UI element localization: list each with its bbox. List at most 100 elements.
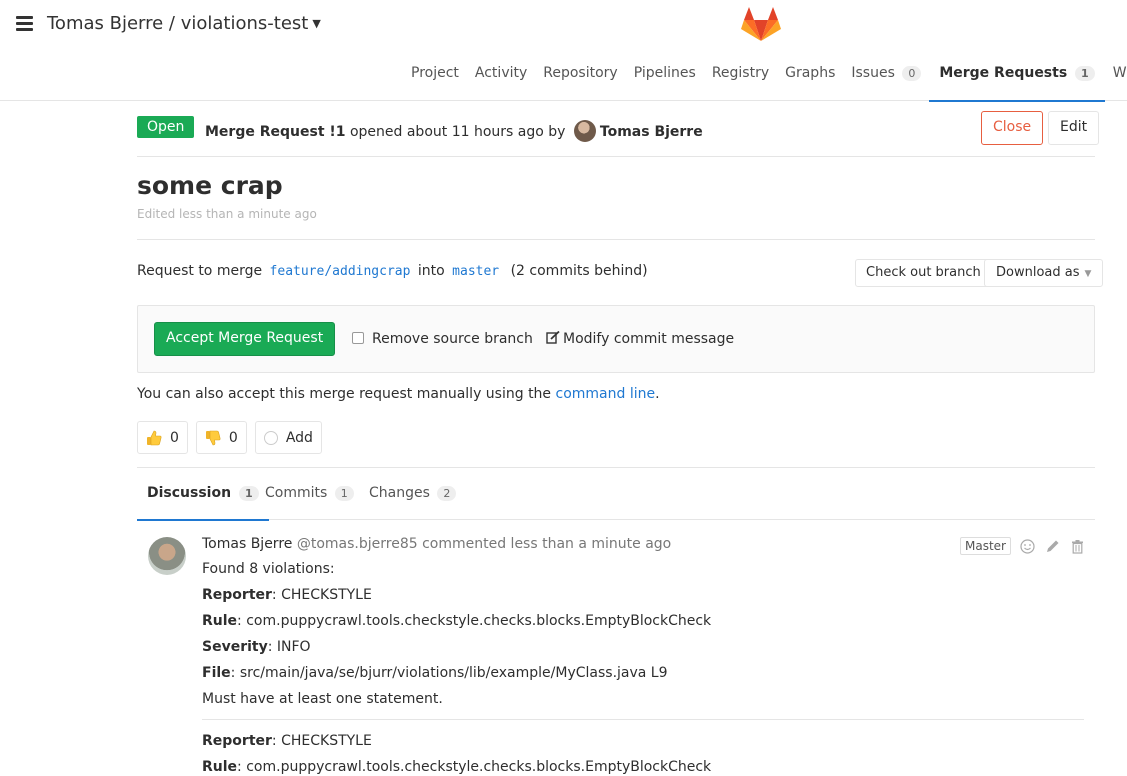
- note-timestamp: commented less than a minute ago: [422, 536, 672, 552]
- target-branch-link[interactable]: master: [449, 264, 502, 279]
- violation-key: Reporter: [202, 733, 272, 749]
- title-block: some crap Edited less than a minute ago: [137, 157, 1095, 240]
- violation-line: Reporter: CHECKSTYLE: [202, 582, 1084, 608]
- nav-label: Pipelines: [633, 65, 696, 81]
- avatar[interactable]: [148, 537, 186, 575]
- modify-label: Modify commit message: [563, 331, 735, 347]
- page-title: some crap: [137, 171, 283, 200]
- merge-widget: Accept Merge Request Remove source branc…: [137, 305, 1095, 373]
- manual-prefix: You can also accept this merge request m…: [137, 386, 552, 402]
- violation-key: Reporter: [202, 587, 272, 603]
- close-button[interactable]: Close: [981, 111, 1044, 145]
- tab-label: Changes: [369, 485, 430, 501]
- manual-suffix: .: [655, 386, 660, 402]
- nav-pipelines[interactable]: Pipelines: [626, 55, 704, 101]
- nav-label: Repository: [543, 65, 618, 81]
- pencil-icon[interactable]: [1045, 539, 1060, 554]
- nav-label: Wiki: [1112, 65, 1127, 81]
- source-branch-link[interactable]: feature/addingcrap: [267, 264, 414, 279]
- smiley-icon[interactable]: [1020, 539, 1035, 554]
- award-emoji-bar: 0 0 Add: [137, 421, 322, 454]
- tab-label: Discussion: [147, 485, 232, 501]
- chevron-down-icon: ▼: [312, 17, 321, 30]
- command-line-link[interactable]: command line: [556, 386, 656, 402]
- merge-line: Request to merge feature/addingcrap into…: [137, 240, 1104, 305]
- mr-info: Merge Request !1 opened about 11 hours a…: [205, 120, 703, 142]
- author-link[interactable]: Tomas Bjerre: [600, 124, 703, 140]
- violation-key: Rule: [202, 759, 238, 775]
- download-as-button[interactable]: Download as ▼: [984, 259, 1104, 287]
- nav-wiki[interactable]: Wiki: [1105, 55, 1127, 101]
- remove-source-label: Remove source branch: [372, 331, 533, 347]
- nav-project[interactable]: Project: [403, 55, 467, 101]
- check-out-branch-button[interactable]: Check out branch: [855, 259, 992, 287]
- violation-line: Rule: com.puppycrawl.tools.checkstyle.ch…: [202, 754, 1084, 776]
- violation-value: : com.puppycrawl.tools.checkstyle.checks…: [237, 759, 712, 775]
- thumbsup-count: 0: [170, 429, 179, 446]
- tab-changes[interactable]: Changes 2: [359, 468, 466, 520]
- tab-label: Commits: [265, 485, 328, 501]
- count-badge: 1: [334, 486, 354, 501]
- add-award-label: Add: [285, 429, 313, 446]
- nav-label: Issues: [851, 65, 895, 81]
- avatar[interactable]: [573, 120, 596, 142]
- count-badge: 2: [437, 486, 457, 501]
- thumbsup-award-button[interactable]: 0: [137, 421, 188, 454]
- nav-label: Activity: [474, 65, 528, 81]
- project-title[interactable]: Tomas Bjerre / violations-test ▼: [47, 13, 321, 34]
- violation-line: Severity: INFO: [202, 634, 1084, 660]
- checkbox-icon[interactable]: [352, 332, 364, 344]
- nav-merge-requests[interactable]: Merge Requests 1: [929, 55, 1106, 102]
- nav-activity[interactable]: Activity: [467, 55, 535, 101]
- note-author-handle[interactable]: @tomas.bjerre85: [297, 536, 418, 552]
- nav-graphs[interactable]: Graphs: [777, 55, 843, 101]
- commits-behind: (2 commits behind): [510, 263, 648, 279]
- remove-source-branch-checkbox[interactable]: Remove source branch: [352, 331, 533, 347]
- project-nav: Project Activity Repository Pipelines Re…: [403, 55, 1127, 102]
- hamburger-menu-icon[interactable]: [16, 16, 33, 31]
- violation-value: : INFO: [267, 639, 311, 655]
- nav-label: Project: [411, 65, 459, 81]
- thumbs-down-icon: [205, 430, 221, 445]
- tab-commits[interactable]: Commits 1: [255, 468, 364, 520]
- project-title-text: Tomas Bjerre / violations-test: [47, 13, 309, 34]
- violation-line: Rule: com.puppycrawl.tools.checkstyle.ch…: [202, 608, 1084, 634]
- edited-timestamp: Edited less than a minute ago: [137, 207, 317, 221]
- note-author-link[interactable]: Tomas Bjerre: [202, 536, 292, 552]
- thumbsdown-award-button[interactable]: 0: [195, 421, 247, 454]
- modify-commit-message-link[interactable]: Modify commit message: [546, 330, 735, 347]
- thumbsdown-count: 0: [228, 429, 238, 446]
- violation-key: Rule: [202, 613, 238, 629]
- smiley-icon: [263, 430, 278, 445]
- violation-value: : src/main/java/se/bjurr/violations/lib/…: [230, 665, 668, 681]
- role-badge: Master: [960, 537, 1011, 555]
- violation-value: : com.puppycrawl.tools.checkstyle.checks…: [237, 613, 712, 629]
- merge-request-content: Open Merge Request !1 opened about 11 ho…: [137, 101, 1104, 775]
- count-badge: 1: [1075, 66, 1095, 81]
- mr-header: Open Merge Request !1 opened about 11 ho…: [137, 101, 1100, 157]
- nav-label: Graphs: [785, 65, 836, 81]
- accept-merge-request-button[interactable]: Accept Merge Request: [154, 322, 336, 356]
- chevron-down-icon: ▼: [1084, 269, 1092, 279]
- trash-icon[interactable]: [1070, 539, 1085, 554]
- edit-button[interactable]: Edit: [1048, 111, 1100, 145]
- mr-ref: Merge Request !1: [205, 124, 346, 140]
- add-award-button[interactable]: Add: [254, 421, 322, 454]
- edit-icon: [546, 330, 560, 344]
- violation-message: Must have at least one statement.: [202, 691, 443, 707]
- top-header: Tomas Bjerre / violations-test ▼ Project …: [0, 0, 1127, 102]
- count-badge: 0: [902, 66, 922, 81]
- nav-label: Merge Requests: [939, 65, 1068, 81]
- violation-key: Severity: [202, 639, 268, 655]
- nav-issues[interactable]: Issues 0: [843, 55, 929, 101]
- merge-request-text: Request to merge feature/addingcrap into…: [137, 263, 648, 279]
- violation-value: : CHECKSTYLE: [271, 587, 372, 603]
- tab-discussion[interactable]: Discussion 1: [137, 468, 269, 521]
- gitlab-logo-icon[interactable]: [741, 6, 781, 42]
- nav-registry[interactable]: Registry: [704, 55, 777, 101]
- mr-opened-text: opened about 11 hours ago by: [349, 124, 566, 140]
- discussion-tabs: Discussion 1 Commits 1 Changes 2: [137, 467, 1095, 521]
- note-actions: [1020, 539, 1085, 554]
- violation-line: Reporter: CHECKSTYLE: [202, 728, 1084, 754]
- nav-repository[interactable]: Repository: [535, 55, 625, 101]
